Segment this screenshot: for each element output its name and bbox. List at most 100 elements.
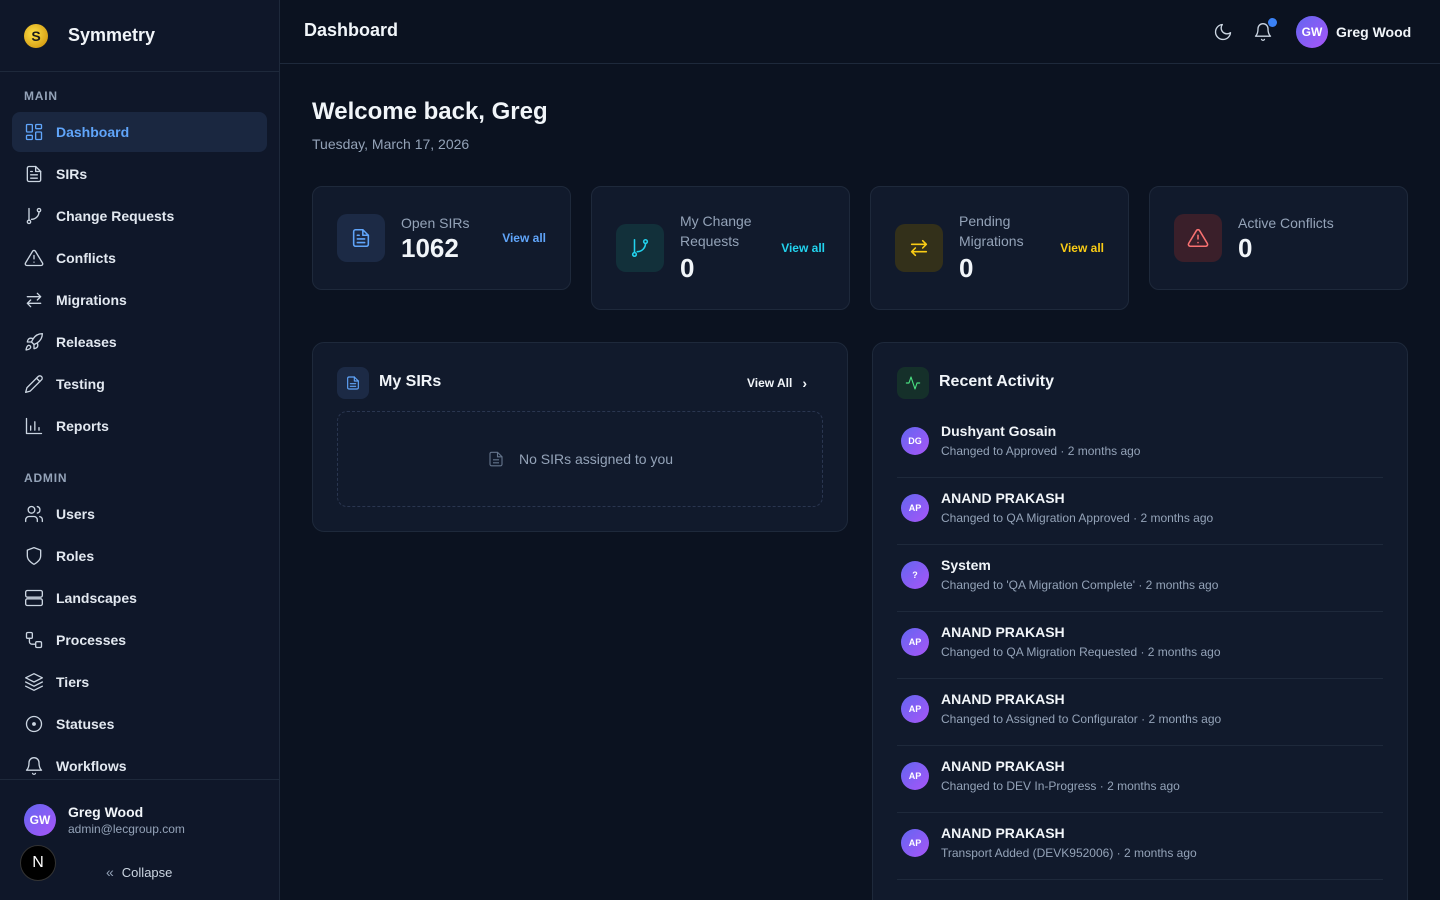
bell-icon (24, 756, 44, 776)
sidebar-item-label: Change Requests (56, 208, 175, 224)
sidebar-user[interactable]: GW Greg Wood admin@lecgroup.com (24, 804, 185, 836)
server-icon (24, 588, 44, 608)
sidebar-item-tiers[interactable]: Tiers (12, 662, 267, 702)
pencil-icon (24, 374, 44, 394)
user-email: admin@lecgroup.com (68, 822, 185, 836)
stat-value: 0 (680, 253, 695, 283)
sidebar-item-sirs[interactable]: SIRs (12, 154, 267, 194)
recent-activity-panel: Recent Activity DG Dushyant Gosain Chang… (872, 342, 1408, 900)
arrows-icon (895, 224, 943, 272)
avatar: GW (1296, 16, 1328, 48)
welcome-heading: Welcome back, Greg (312, 98, 548, 125)
current-date: Tuesday, March 17, 2026 (312, 136, 470, 152)
sidebar-item-change-requests[interactable]: Change Requests (12, 196, 267, 236)
my-sirs-panel: My SIRs View All › No SIRs assigned to y… (312, 342, 848, 532)
activity-user: ANAND PRAKASH (941, 825, 1065, 841)
chevrons-left-icon: « (106, 864, 114, 880)
sidebar-item-label: Users (56, 506, 95, 522)
circle-dot-icon (24, 714, 44, 734)
header-user-menu[interactable]: GW Greg Wood (1296, 16, 1411, 48)
bell-icon (1253, 23, 1273, 46)
activity-description: Transport Added (DEVK952006) · 2 months … (941, 846, 1197, 860)
activity-item: AP ANAND PRAKASH Changed to QA Migration… (897, 478, 1383, 545)
sidebar-item-users[interactable]: Users (12, 494, 267, 534)
sidebar-item-statuses[interactable]: Statuses (12, 704, 267, 744)
activity-user: ANAND PRAKASH (941, 490, 1065, 506)
view-all-pending-migrations-link[interactable]: View all (1060, 241, 1104, 255)
avatar: AP (901, 695, 929, 723)
user-name: Greg Wood (68, 804, 144, 820)
sidebar-item-label: Landscapes (56, 590, 137, 606)
sidebar-item-roles[interactable]: Roles (12, 536, 267, 576)
sidebar-item-landscapes[interactable]: Landscapes (12, 578, 267, 618)
activity-user: Dushyant Gosain (941, 423, 1057, 439)
stat-label: Active Conflicts (1238, 215, 1334, 231)
my-sirs-title: My SIRs (379, 373, 442, 390)
stat-label: Pending Migrations (959, 213, 1024, 249)
activity-item: AP ANAND PRAKASH Changed to DEV In-Progr… (897, 746, 1383, 813)
sidebar-item-label: Migrations (56, 292, 127, 308)
avatar: GW (24, 804, 56, 836)
view-all-open-sirs-link[interactable]: View all (502, 231, 546, 245)
sidebar-item-label: Reports (56, 418, 109, 434)
view-all-change-requests-link[interactable]: View all (781, 241, 825, 255)
activity-item: DG Dushyant Gosain Changed to Approved ·… (897, 411, 1383, 478)
activity-user: ANAND PRAKASH (941, 758, 1065, 774)
sidebar-item-releases[interactable]: Releases (12, 322, 267, 362)
next-dev-badge[interactable]: N (20, 845, 56, 881)
git-branch-icon (24, 206, 44, 226)
file-icon (337, 367, 369, 399)
activity-item: AP ANAND PRAKASH Changed to QA Migration… (897, 612, 1383, 679)
stat-card-pending-migrations: Pending Migrations 0 View all (870, 186, 1129, 310)
collapse-button[interactable]: « Collapse (106, 864, 172, 880)
activity-description: Changed to Assigned to Configurator · 2 … (941, 712, 1222, 726)
file-icon (487, 450, 505, 468)
warning-icon (1174, 214, 1222, 262)
activity-icon (897, 367, 929, 399)
theme-toggle-button[interactable] (1213, 22, 1233, 42)
avatar: AP (901, 494, 929, 522)
sidebar-item-reports[interactable]: Reports (12, 406, 267, 446)
activity-description: Changed to DEV In-Progress · 2 months ag… (941, 779, 1180, 793)
activity-user: System (941, 557, 991, 573)
stat-card-change-requests: My Change Requests 0 View all (591, 186, 850, 310)
avatar: DG (901, 427, 929, 455)
stat-card-active-conflicts: Active Conflicts 0 (1149, 186, 1408, 290)
recent-activity-title: Recent Activity (939, 373, 1054, 390)
shield-icon (24, 546, 44, 566)
avatar: AP (901, 762, 929, 790)
activity-description: Changed to 'QA Migration Complete' · 2 m… (941, 578, 1219, 592)
moon-icon (1213, 23, 1233, 46)
page-title: Dashboard (304, 20, 399, 40)
stat-card-open-sirs: Open SIRs 1062 View all (312, 186, 571, 290)
app-name: Symmetry (68, 25, 156, 45)
avatar: ? (901, 561, 929, 589)
layers-icon (24, 672, 44, 692)
brand[interactable]: S Symmetry (0, 0, 279, 72)
activity-description: Changed to QA Migration Requested · 2 mo… (941, 645, 1221, 659)
activity-item: ? System Changed to 'QA Migration Comple… (897, 545, 1383, 612)
sidebar-footer: GW Greg Wood admin@lecgroup.com N « Coll… (0, 779, 280, 900)
sidebar-item-testing[interactable]: Testing (12, 364, 267, 404)
sidebar-item-label: Tiers (56, 674, 90, 690)
view-all-label: View All (746, 376, 793, 390)
stat-value: 1062 (401, 233, 459, 263)
sidebar-item-label: Conflicts (56, 250, 116, 266)
sidebar-item-migrations[interactable]: Migrations (12, 280, 267, 320)
sidebar-item-processes[interactable]: Processes (12, 620, 267, 660)
sidebar-item-conflicts[interactable]: Conflicts (12, 238, 267, 278)
sidebar-item-label: SIRs (56, 166, 88, 182)
notifications-button[interactable] (1253, 18, 1277, 42)
section-label-main: MAIN (24, 89, 58, 103)
sidebar-item-label: Statuses (56, 716, 115, 732)
empty-state-text: No SIRs assigned to you (518, 451, 674, 467)
notification-dot (1268, 18, 1277, 27)
sidebar-item-label: Dashboard (56, 124, 130, 140)
stat-label: Open SIRs (401, 215, 470, 231)
file-icon (337, 214, 385, 262)
sidebar-item-dashboard[interactable]: Dashboard (12, 112, 267, 152)
my-sirs-view-all-link[interactable]: View All › (747, 375, 807, 391)
arrows-icon (24, 290, 44, 310)
collapse-label: Collapse (121, 864, 173, 880)
chevron-right-icon: › (802, 375, 807, 391)
